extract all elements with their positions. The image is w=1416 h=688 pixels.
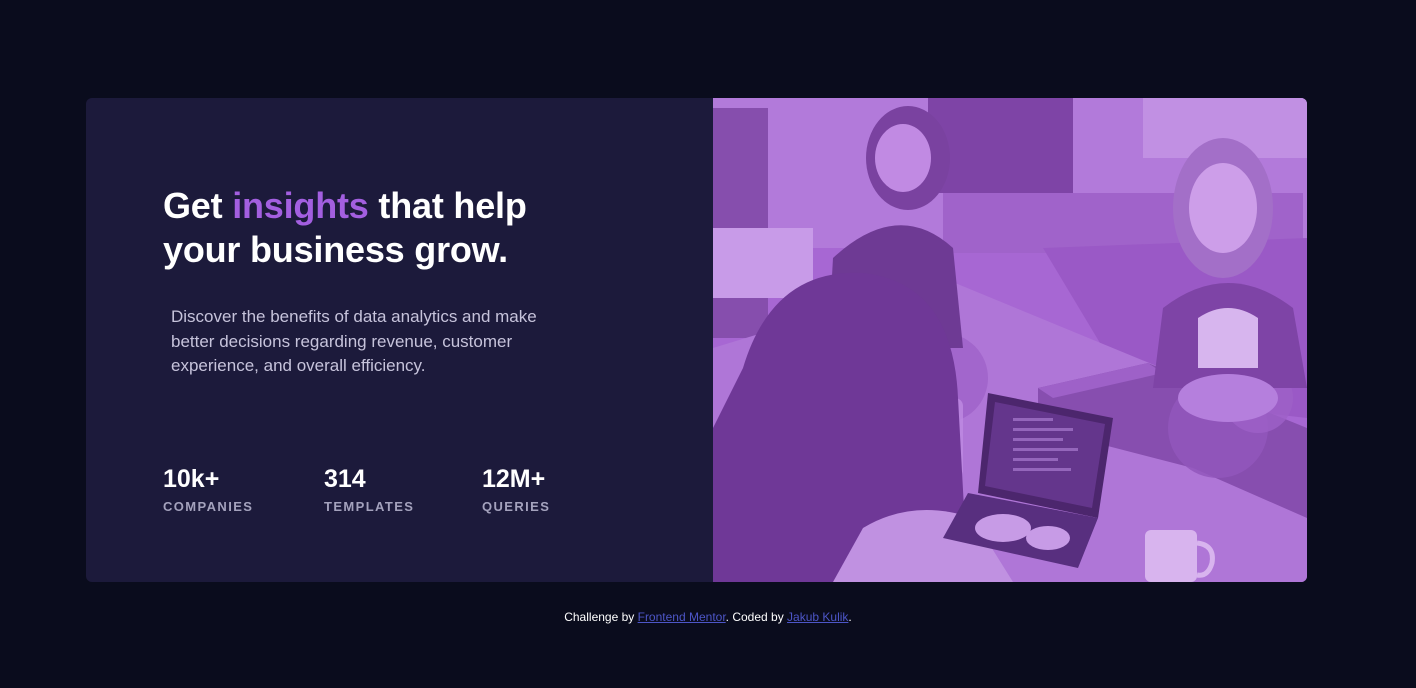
stat-label: TEMPLATES xyxy=(324,499,415,514)
card-content: Get insights that help your business gro… xyxy=(86,98,713,582)
attribution: Challenge by Frontend Mentor. Coded by J… xyxy=(0,610,1416,624)
stat-companies: 10k+ COMPANIES xyxy=(163,464,253,514)
description: Discover the benefits of data analytics … xyxy=(171,307,537,375)
stat-value: 10k+ xyxy=(163,465,220,493)
author-link[interactable]: Jakub Kulik xyxy=(787,610,848,624)
headline-start: Get xyxy=(163,185,233,226)
frontend-mentor-link[interactable]: Frontend Mentor xyxy=(638,610,726,624)
headline-accent: insights xyxy=(232,185,369,226)
stat-value: 12M+ xyxy=(482,465,546,493)
stat-templates: 314 TEMPLATES xyxy=(324,464,414,514)
stat-label: QUERIES xyxy=(482,499,551,514)
headline: Get insights that help your business gro… xyxy=(163,184,583,272)
attribution-suffix: . xyxy=(848,610,852,624)
attribution-prefix: Challenge by xyxy=(564,610,638,624)
stat-value: 314 xyxy=(324,465,366,493)
header-image xyxy=(713,98,1307,582)
attribution-middle: . Coded by xyxy=(725,610,788,624)
stat-label: COMPANIES xyxy=(163,499,254,514)
office-photo-illustration xyxy=(713,98,1307,582)
stats-preview-card: Get insights that help your business gro… xyxy=(86,98,1307,582)
stat-queries: 12M+ QUERIES xyxy=(482,464,550,514)
